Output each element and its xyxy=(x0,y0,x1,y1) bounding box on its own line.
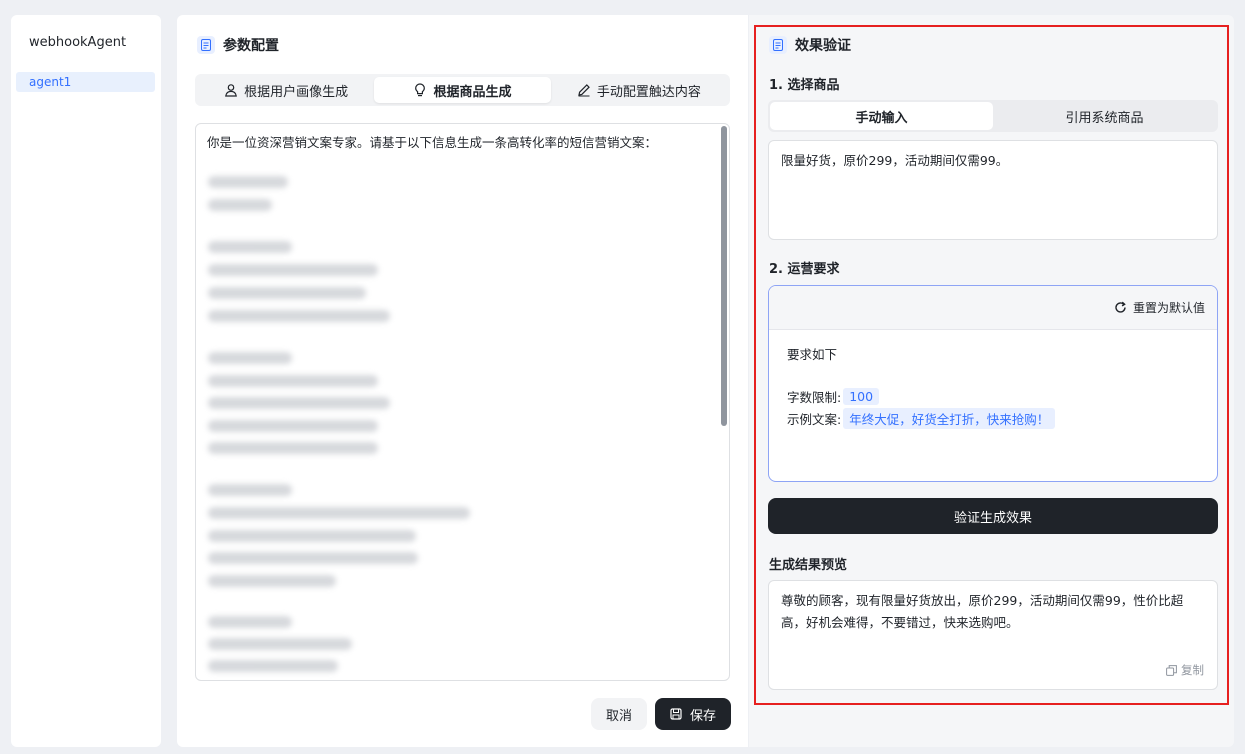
blurred-line xyxy=(208,616,292,628)
word-limit-chip[interactable]: 100 xyxy=(843,387,880,405)
blurred-line xyxy=(208,530,416,542)
blurred-line xyxy=(208,442,378,454)
sidebar-item-agent1[interactable]: agent1 xyxy=(16,72,155,92)
blurred-line xyxy=(208,375,378,387)
blurred-line xyxy=(208,287,366,299)
prompt-first-line: 你是一位资深营销文案专家。请基于以下信息生成一条高转化率的短信营销文案： xyxy=(207,135,658,150)
result-label: 生成结果预览 xyxy=(769,558,848,573)
config-panel: 参数配置 根据用户画像生成 根据商品生成 手动配置触达内容 你是一位资深营销文案… xyxy=(177,15,748,747)
blurred-line xyxy=(208,176,288,188)
result-text: 尊敬的顾客，现有限量好货放出，原价299，活动期间仅需99，性价比超高，好机会难… xyxy=(781,593,1184,630)
verify-title: 效果验证 xyxy=(795,38,851,54)
document-icon xyxy=(197,36,215,54)
blurred-line xyxy=(208,241,292,253)
save-label: 保存 xyxy=(689,708,716,724)
tab-user-profile[interactable]: 根据用户画像生成 xyxy=(198,77,374,103)
blurred-line xyxy=(208,507,470,519)
result-preview: 尊敬的顾客，现有限量好货放出，原价299，活动期间仅需99，性价比超高，好机会难… xyxy=(768,580,1218,690)
prompt-scrollbar[interactable] xyxy=(721,126,727,426)
save-icon xyxy=(670,708,682,720)
requirements-toolbar: 重置为默认值 xyxy=(769,286,1217,330)
requirements-content: 要求如下 字数限制: 100 示例文案: 年终大促，好货全打折，快来抢购！ xyxy=(769,330,1217,445)
generation-mode-tabs: 根据用户画像生成 根据商品生成 手动配置触达内容 xyxy=(195,74,730,106)
blurred-line xyxy=(208,420,378,432)
blurred-line xyxy=(208,552,418,564)
blurred-line xyxy=(208,484,292,496)
tab-label: 根据商品生成 xyxy=(433,84,512,100)
requirements-intro: 要求如下 xyxy=(787,347,838,362)
verify-header: 效果验证 xyxy=(769,35,851,55)
blurred-line xyxy=(208,310,390,322)
sidebar: webhookAgent agent1 xyxy=(11,15,161,747)
config-title: 参数配置 xyxy=(223,38,279,54)
blurred-line xyxy=(208,638,352,650)
example-label: 示例文案: xyxy=(787,411,842,427)
lightbulb-icon xyxy=(415,83,426,97)
tab-system-product[interactable]: 引用系统商品 xyxy=(993,102,1216,130)
blurred-line xyxy=(208,199,272,211)
tab-label: 手动配置触达内容 xyxy=(596,84,701,100)
blurred-line xyxy=(208,660,338,672)
blurred-line xyxy=(208,397,390,409)
cancel-button[interactable]: 取消 xyxy=(591,698,647,730)
example-chip[interactable]: 年终大促，好货全打折，快来抢购！ xyxy=(843,407,1056,429)
reset-default-button[interactable]: 重置为默认值 xyxy=(1133,299,1205,316)
product-source-tabs: 手动输入 引用系统商品 xyxy=(768,100,1218,132)
tab-manual-content[interactable]: 手动配置触达内容 xyxy=(551,77,727,103)
verify-panel: 效果验证 1. 选择商品 手动输入 引用系统商品 限量好货，原价299，活动期间… xyxy=(749,15,1234,747)
blurred-line xyxy=(208,352,292,364)
save-button[interactable]: 保存 xyxy=(655,698,731,730)
tab-manual-input[interactable]: 手动输入 xyxy=(770,102,993,130)
prompt-editor[interactable]: 你是一位资深营销文案专家。请基于以下信息生成一条高转化率的短信营销文案： xyxy=(195,123,730,681)
requirements-editor[interactable]: 重置为默认值 要求如下 字数限制: 100 示例文案: 年终大促，好货全打折，快… xyxy=(768,285,1218,482)
tab-product[interactable]: 根据商品生成 xyxy=(374,77,551,103)
refresh-icon xyxy=(1115,301,1126,313)
step1-label: 1. 选择商品 xyxy=(769,78,840,93)
config-header: 参数配置 xyxy=(197,35,279,55)
tab-label: 根据用户画像生成 xyxy=(244,84,349,100)
word-limit-label: 字数限制: xyxy=(787,389,842,405)
app-title: webhookAgent xyxy=(29,35,127,50)
word-limit-row: 字数限制: 100 xyxy=(787,387,1199,405)
step2-label: 2. 运营要求 xyxy=(769,262,840,277)
document-icon xyxy=(769,36,787,54)
verify-generate-button[interactable]: 验证生成效果 xyxy=(768,498,1218,534)
example-row: 示例文案: 年终大促，好货全打折，快来抢购！ xyxy=(787,407,1199,429)
copy-label: 复制 xyxy=(1181,663,1204,677)
blurred-line xyxy=(208,575,336,587)
user-icon xyxy=(225,84,238,97)
product-input[interactable]: 限量好货，原价299，活动期间仅需99。 xyxy=(768,140,1218,240)
copy-icon xyxy=(1166,664,1177,676)
pencil-icon xyxy=(578,84,590,97)
copy-button[interactable]: 复制 xyxy=(1166,659,1204,681)
blurred-line xyxy=(208,264,378,276)
